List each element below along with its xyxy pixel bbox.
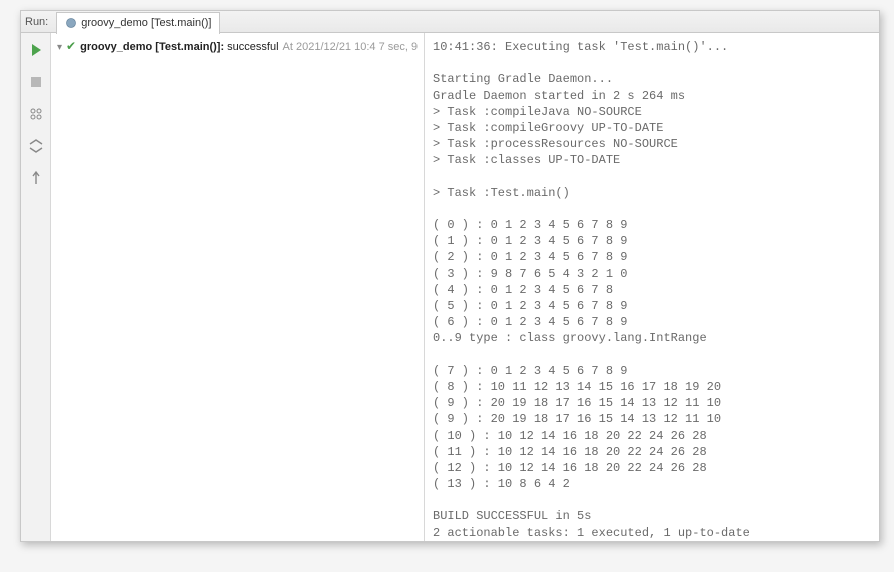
run-tab-title: groovy_demo [Test.main()]	[81, 17, 211, 29]
run-gutter	[21, 33, 51, 541]
rerun-button[interactable]	[27, 41, 45, 59]
run-tool-window: Run: groovy_demo [Test.main()]	[20, 10, 880, 542]
success-check-icon: ✔	[66, 39, 76, 53]
run-header: Run: groovy_demo [Test.main()]	[21, 11, 879, 33]
run-label: Run:	[25, 16, 48, 28]
layout-button[interactable]	[27, 105, 45, 123]
tree-node-name: groovy_demo [Test.main()]: successful	[80, 41, 278, 53]
gradle-icon	[65, 17, 77, 29]
tree-root-row[interactable]: ▾ ✔ groovy_demo [Test.main()]: successfu…	[57, 39, 418, 53]
run-tab[interactable]: groovy_demo [Test.main()]	[56, 12, 220, 34]
console-output[interactable]: 10:41:36: Executing task 'Test.main()'..…	[425, 33, 879, 541]
pin-button[interactable]	[27, 169, 45, 187]
expander-icon[interactable]: ▾	[57, 42, 62, 53]
test-tree-pane: ▾ ✔ groovy_demo [Test.main()]: successfu…	[51, 33, 425, 541]
tree-node-meta: At 2021/12/21 10:4 7 sec, 90 ms	[283, 41, 418, 53]
expand-button[interactable]	[27, 137, 45, 155]
stop-button[interactable]	[27, 73, 45, 91]
